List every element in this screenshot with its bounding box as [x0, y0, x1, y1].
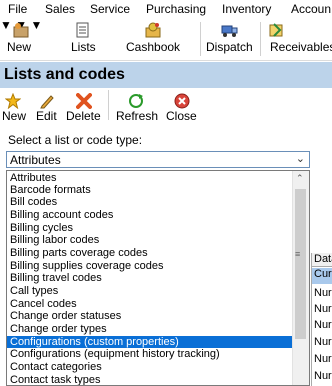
list-type-prompt: Select a list or code type:	[8, 133, 143, 147]
scroll-up-arrow-icon[interactable]: ⌃	[296, 173, 304, 184]
cashbook-icon	[145, 22, 161, 38]
dropdown-option[interactable]: Billing account codes	[7, 209, 293, 221]
close-button[interactable]: Close	[164, 91, 198, 125]
new-button[interactable]: New	[6, 20, 38, 58]
pencil-icon	[40, 95, 54, 109]
chevron-down-icon[interactable]: ⌄	[296, 152, 305, 165]
dropdown-option[interactable]: Billing labor codes	[7, 234, 293, 246]
menu-inventory[interactable]: Inventory	[222, 2, 271, 16]
receivables-button[interactable]: Receivables	[266, 20, 332, 58]
new-record-icon	[13, 23, 29, 38]
grid-cell[interactable]: Nur	[312, 353, 332, 369]
menu-purchasing[interactable]: Purchasing	[146, 2, 206, 16]
dropdown-option[interactable]: Billing parts coverage codes	[7, 247, 293, 259]
delete-button[interactable]: Delete	[66, 91, 102, 125]
grid-cell[interactable]: Nur	[312, 287, 332, 303]
new-list-item-button[interactable]: New	[2, 91, 28, 125]
receivables-icon	[269, 23, 283, 37]
grid-header[interactable]: Data	[312, 253, 332, 267]
menu-bar: File Sales Service Purchasing Inventory …	[0, 0, 332, 18]
toolbar-separator	[108, 90, 109, 120]
toolbar-separator	[200, 22, 201, 56]
dropdown-option[interactable]: Attributes	[7, 172, 293, 184]
dropdown-option[interactable]: Change order statuses	[7, 310, 293, 322]
delete-x-icon	[76, 93, 92, 109]
dropdown-option[interactable]: Call types	[7, 285, 293, 297]
panel-title: Lists and codes	[0, 62, 332, 88]
grid-cell[interactable]: Nur	[312, 319, 332, 335]
grid-cell[interactable]: Cur	[312, 268, 332, 284]
dropdown-scrollbar[interactable]: ⌃ ≡	[292, 171, 309, 385]
dropdown-option[interactable]: Billing supplies coverage codes	[7, 260, 293, 272]
dropdown-option[interactable]: Barcode formats	[7, 184, 293, 196]
data-grid: Data Cur Nur Nur Nur Nur Nur Nur	[311, 253, 332, 386]
star-icon	[5, 93, 21, 109]
scrollbar-grip-icon: ≡	[295, 249, 301, 259]
refresh-button[interactable]: Refresh	[114, 91, 158, 125]
dropdown-option[interactable]: Billing cycles	[7, 222, 293, 234]
refresh-icon	[129, 94, 143, 108]
dropdown-option[interactable]: Configurations (equipment history tracki…	[7, 348, 293, 360]
menu-service[interactable]: Service	[90, 2, 130, 16]
dropdown-option[interactable]: Billing travel codes	[7, 272, 293, 284]
lists-button[interactable]: Lists	[68, 20, 100, 58]
grid-cell[interactable]: Nur	[312, 336, 332, 352]
lists-action-toolbar: New Edit Delete Refresh Close	[0, 88, 332, 126]
lists-icon	[76, 22, 89, 38]
select-value: Attributes	[10, 153, 61, 167]
menu-sales[interactable]: Sales	[45, 2, 75, 16]
dropdown-option[interactable]: Cancel codes	[7, 298, 293, 310]
scrollbar-thumb[interactable]	[295, 189, 306, 339]
close-circle-icon	[174, 93, 190, 109]
dropdown-option[interactable]: Bill codes	[7, 196, 293, 208]
dispatch-button[interactable]: Dispatch	[204, 20, 256, 58]
list-type-dropdown: Attributes Barcode formats Bill codes Bi…	[6, 170, 310, 386]
menu-file[interactable]: File	[8, 2, 27, 16]
menu-accounting[interactable]: Accoun	[291, 2, 331, 16]
list-type-select[interactable]: Attributes ⌄	[6, 151, 310, 168]
main-toolbar: New ▼ Lists ▼ Cashbook ▼ Dispatch Receiv…	[0, 18, 332, 61]
edit-button[interactable]: Edit	[34, 91, 60, 125]
grid-cell[interactable]: Nur	[312, 303, 332, 319]
dropdown-option[interactable]: Contact task types	[7, 374, 293, 385]
toolbar-separator	[260, 22, 261, 56]
dropdown-option-selected[interactable]: Configurations (custom properties)	[7, 336, 293, 348]
dispatch-truck-icon	[221, 25, 238, 37]
dropdown-option[interactable]: Contact categories	[7, 361, 293, 373]
dropdown-option[interactable]: Change order types	[7, 323, 293, 335]
cashbook-button[interactable]: Cashbook	[124, 20, 180, 58]
grid-cell[interactable]: Nur	[312, 370, 332, 386]
